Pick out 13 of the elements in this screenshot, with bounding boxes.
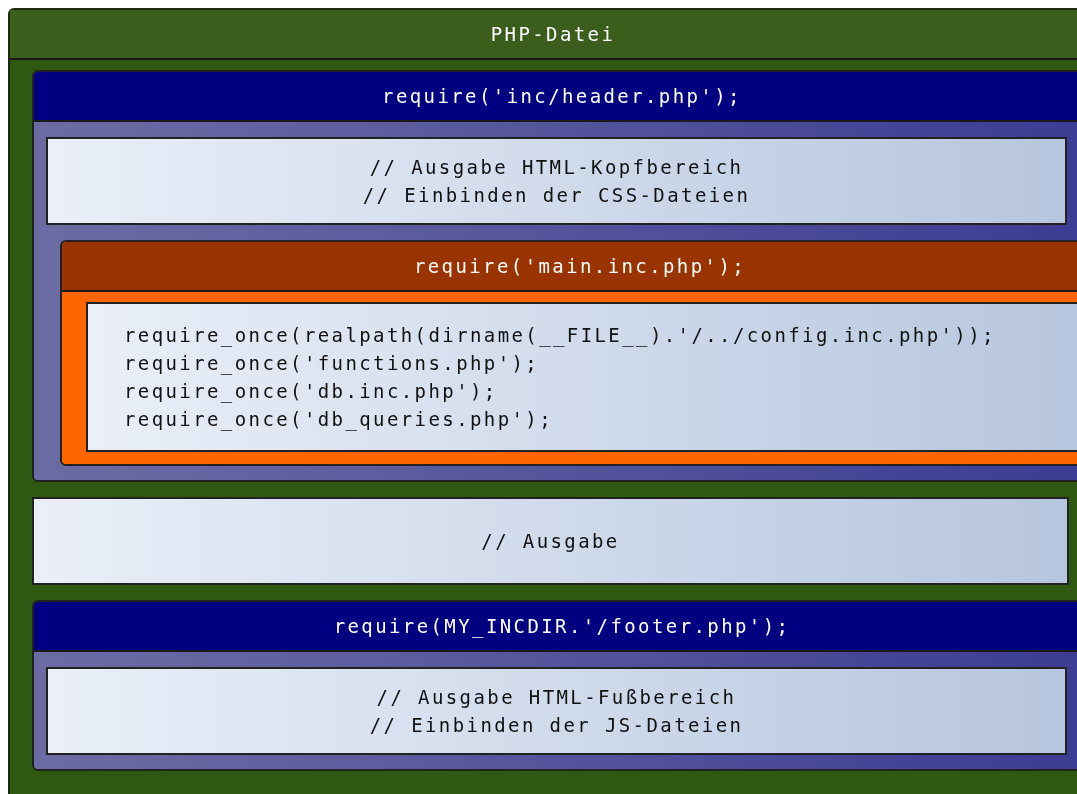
comment-line: // Ausgabe HTML-Kopfbereich: [369, 155, 744, 180]
include-header: require('inc/header.php');: [34, 72, 1077, 122]
code-line: require_once('functions.php');: [124, 351, 540, 377]
include-header: require(MY_INCDIR.'/footer.php');: [34, 602, 1077, 652]
comment-line: // Einbinden der JS-Dateien: [369, 713, 744, 738]
include-header: require('main.inc.php');: [62, 242, 1077, 292]
comment-line: // Einbinden der CSS-Dateien: [362, 183, 751, 208]
comment-line: // Ausgabe: [481, 529, 620, 554]
code-line: require_once('db_queries.php');: [124, 407, 553, 433]
code-line: require_once('db.inc.php');: [124, 379, 498, 405]
comment-line: // Ausgabe HTML-Fußbereich: [376, 685, 737, 710]
file-title: PHP-Datei: [10, 10, 1077, 60]
code-line: require_once(realpath(dirname(__FILE__).'/../config.inc.php'));: [124, 323, 996, 349]
